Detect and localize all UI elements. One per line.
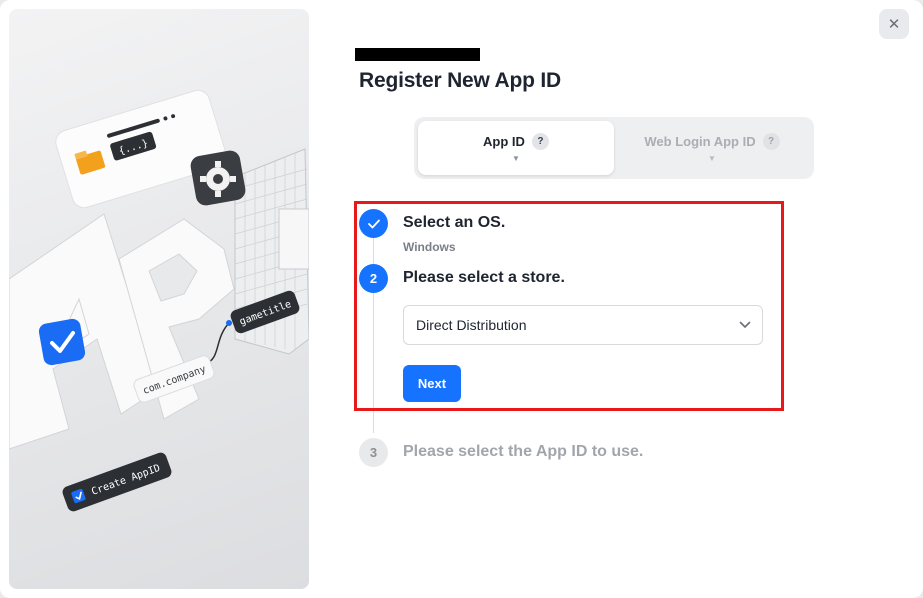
close-icon: ✕	[887, 16, 901, 33]
page-title: Register New App ID	[359, 69, 561, 92]
close-button[interactable]: ✕	[879, 9, 909, 39]
store-select[interactable]: Direct Distribution	[403, 305, 763, 345]
gear-icon	[190, 150, 246, 206]
help-icon[interactable]: ?	[762, 133, 780, 150]
step-1-selected-os: Windows	[403, 240, 456, 254]
step-3-title: Please select the App ID to use.	[403, 443, 644, 460]
caret-down-icon: ▼	[512, 154, 520, 163]
caret-down-icon: ▼	[708, 154, 716, 163]
step-3-number: 3	[359, 438, 388, 467]
hero-illustration: {...} com.company gametitle Create AppID	[9, 9, 309, 589]
tab-label: Web Login App ID	[644, 134, 756, 149]
register-app-id-dialog: {...} com.company gametitle Create AppID…	[0, 0, 923, 598]
chevron-down-icon	[739, 321, 751, 328]
step-2-title: Please select a store.	[403, 269, 565, 286]
next-button[interactable]: Next	[403, 365, 461, 402]
check-icon	[367, 219, 380, 228]
hero-artwork: {...} com.company gametitle Create AppID	[9, 89, 309, 512]
step-2-number: 2	[359, 264, 388, 293]
app-id-type-tabs: App ID ? ▼ Web Login App ID ? ▼	[414, 117, 814, 179]
tab-web-login-app-id[interactable]: Web Login App ID ? ▼	[614, 121, 810, 175]
tab-label: App ID	[483, 134, 525, 149]
help-icon[interactable]: ?	[531, 133, 549, 150]
redacted-breadcrumb	[355, 48, 480, 61]
step-1-done	[359, 209, 388, 238]
store-select-value: Direct Distribution	[416, 317, 527, 333]
step-1-title: Select an OS.	[403, 214, 506, 231]
checkbox-icon	[38, 318, 86, 366]
tab-app-id[interactable]: App ID ? ▼	[418, 121, 614, 175]
